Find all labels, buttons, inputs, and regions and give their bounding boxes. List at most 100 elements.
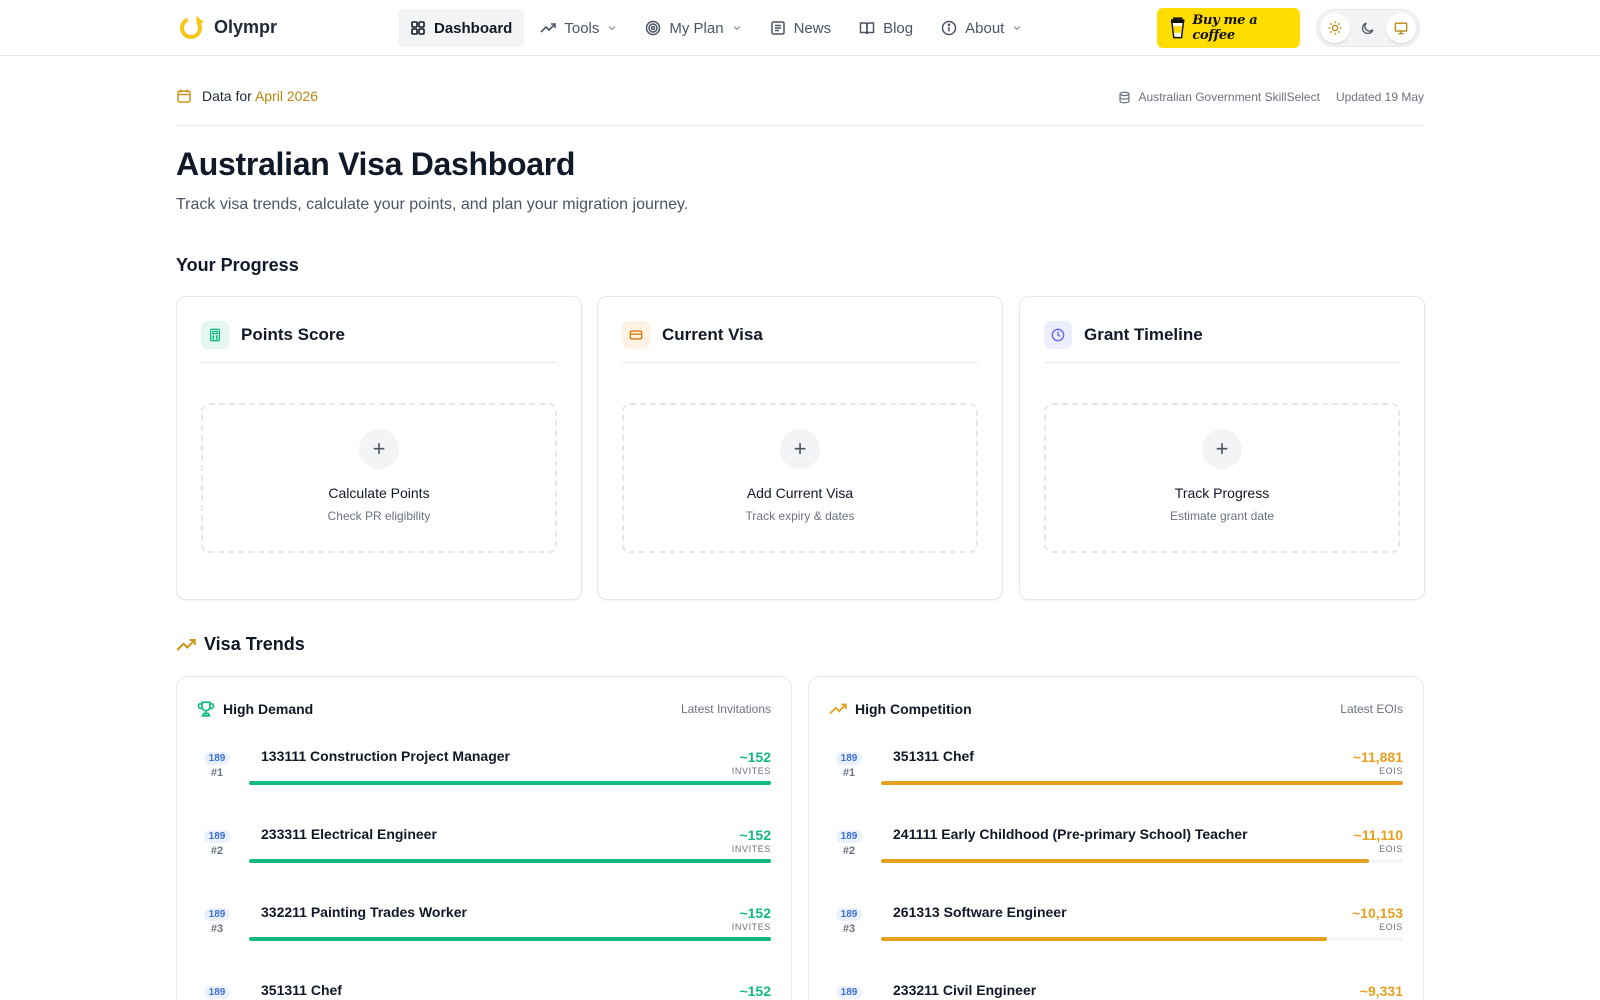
- trend-value: ~152: [739, 983, 771, 999]
- trend-unit: INVITES: [731, 844, 771, 854]
- database-icon: [1118, 91, 1130, 103]
- nav-item-tools[interactable]: Tools: [528, 9, 629, 47]
- add-current-visa-button[interactable]: + Add Current Visa Track expiry & dates: [622, 403, 978, 553]
- theme-dark-button[interactable]: [1353, 13, 1383, 43]
- visa-trends-heading: Visa Trends: [176, 634, 305, 655]
- moon-icon: [1361, 22, 1374, 35]
- trend-unit: EOIS: [1379, 922, 1403, 932]
- book-icon: [859, 22, 875, 35]
- data-period-month: April 2026: [254, 88, 318, 104]
- trophy-icon: [197, 701, 215, 717]
- points-score-card: Points Score + Calculate Points Check PR…: [176, 296, 582, 600]
- card-title: Points Score: [241, 325, 345, 344]
- nav-item-blog[interactable]: Blog: [847, 9, 925, 47]
- progress-track: [249, 937, 771, 941]
- progress-track: [249, 781, 771, 785]
- sun-icon: [1328, 21, 1342, 35]
- data-source: Australian Government SkillSelect: [1138, 90, 1320, 104]
- nav-item-my-plan[interactable]: My Plan: [633, 9, 753, 47]
- progress-fill: [249, 937, 771, 941]
- main-nav: Dashboard Tools My Plan News Blog About: [398, 9, 1034, 47]
- card-header: Current Visa: [622, 321, 978, 363]
- trend-row[interactable]: 189 #3 332211 Painting Trades Worker ~152 IN…: [197, 901, 771, 971]
- visa-subclass-badge: 189: [203, 752, 231, 765]
- occupation-name: 261313 Software Engineer: [893, 904, 1067, 920]
- brand-name: Olympr: [214, 16, 278, 37]
- buy-me-a-coffee-button[interactable]: Buy me a coffee: [1157, 8, 1300, 48]
- trend-value: ~152: [739, 749, 771, 765]
- trend-stat: ~152INVITES: [732, 983, 771, 1000]
- calculate-points-button[interactable]: + Calculate Points Check PR eligibility: [201, 403, 557, 553]
- occupation-name: 351311 Chef: [261, 982, 342, 998]
- olympr-logo-icon: [178, 13, 206, 41]
- calendar-icon: [177, 89, 191, 103]
- panel-header: High Demand Latest Invitations: [197, 697, 771, 721]
- rank-badge: 189 #2: [201, 830, 233, 857]
- monitor-icon: [1394, 22, 1408, 35]
- trend-row[interactable]: 189 #3 261313 Software Engineer ~10,153 EOIS: [829, 901, 1403, 971]
- track-progress-button[interactable]: + Track Progress Estimate grant date: [1044, 403, 1400, 553]
- rank-badge: 189 #2: [833, 830, 865, 857]
- card-header: Grant Timeline: [1044, 321, 1400, 363]
- page-title: Australian Visa Dashboard: [176, 146, 576, 182]
- trending-up-icon: [540, 23, 557, 33]
- card-title: Current Visa: [662, 325, 763, 344]
- target-icon: [646, 20, 661, 36]
- data-period: Data for April 2026: [176, 88, 318, 104]
- trend-value: ~152: [739, 905, 771, 921]
- newspaper-icon: [770, 21, 785, 35]
- occupation-name: 233311 Electrical Engineer: [261, 826, 437, 842]
- rank-badge: 189#4: [833, 986, 865, 1000]
- theme-light-button[interactable]: [1320, 13, 1350, 43]
- data-info-bar: Data for April 2026 Australian Governmen…: [176, 86, 1424, 126]
- calculator-icon: [201, 321, 229, 349]
- progress-fill: [881, 937, 1328, 941]
- rank-number: #2: [842, 845, 856, 857]
- nav-item-label: News: [793, 19, 832, 37]
- theme-system-button[interactable]: [1386, 13, 1416, 43]
- nav-item-label: Tools: [564, 19, 600, 37]
- occupation-name: 241111 Early Childhood (Pre-primary Scho…: [893, 826, 1248, 842]
- trend-row[interactable]: 189 #2 233311 Electrical Engineer ~152 INVIT…: [197, 823, 771, 893]
- brand-logo[interactable]: Olympr: [178, 13, 277, 41]
- trend-unit: EOIS: [1379, 844, 1403, 854]
- progress-section-title: Your Progress: [176, 255, 299, 275]
- trend-stat: ~152INVITES: [732, 905, 771, 932]
- trend-value: ~11,881: [1352, 749, 1403, 765]
- coffee-cup-icon: [1170, 17, 1185, 39]
- nav-item-dashboard[interactable]: Dashboard: [398, 9, 525, 47]
- trend-stat: ~152INVITES: [732, 749, 771, 776]
- visa-subclass-badge: 189: [203, 986, 231, 999]
- rank-number: #3: [842, 923, 856, 935]
- trend-stat: ~10,153 EOIS: [1352, 905, 1403, 932]
- progress-track: [881, 859, 1403, 863]
- info-icon: [941, 20, 957, 36]
- trend-row[interactable]: 189#4 233211 Civil Engineer ~9,331EOIS: [829, 979, 1403, 1000]
- nav-item-news[interactable]: News: [758, 9, 844, 47]
- progress-track: [249, 859, 771, 863]
- progress-fill: [881, 859, 1370, 863]
- last-updated: Updated 19 May: [1335, 90, 1424, 104]
- trend-row[interactable]: 189 #1 133111 Construction Project Manager…: [197, 745, 771, 815]
- chevron-down-icon: [1013, 25, 1021, 31]
- trending-up-icon: [829, 703, 847, 715]
- trending-up-icon: [176, 638, 196, 651]
- panel-meta: Latest EOIs: [1340, 702, 1403, 716]
- nav-item-about[interactable]: About: [929, 9, 1034, 47]
- progress-fill: [881, 781, 1403, 785]
- visa-subclass-badge: 189: [835, 830, 863, 843]
- rank-badge: 189 #3: [833, 908, 865, 935]
- trend-value: ~9,331: [1359, 983, 1403, 999]
- trend-value: ~11,110: [1353, 827, 1403, 843]
- high-competition-panel: High Competition Latest EOIs 189 #1 351311…: [808, 676, 1424, 1000]
- rank-number: #3: [210, 923, 224, 935]
- card-header: Points Score: [201, 321, 557, 363]
- trend-row[interactable]: 189 #1 351311 Chef ~11,881 EOIS: [829, 745, 1403, 815]
- trend-row[interactable]: 189 #2 241111 Early Childhood (Pre-primary…: [829, 823, 1403, 893]
- progress-track: [881, 937, 1403, 941]
- trend-row[interactable]: 189#4 351311 Chef ~152INVITES: [197, 979, 771, 1000]
- grid-icon: [411, 21, 425, 35]
- clock-icon: [1044, 321, 1072, 349]
- occupation-name: 351311 Chef: [893, 748, 974, 764]
- card-action-label: Calculate Points: [328, 485, 430, 501]
